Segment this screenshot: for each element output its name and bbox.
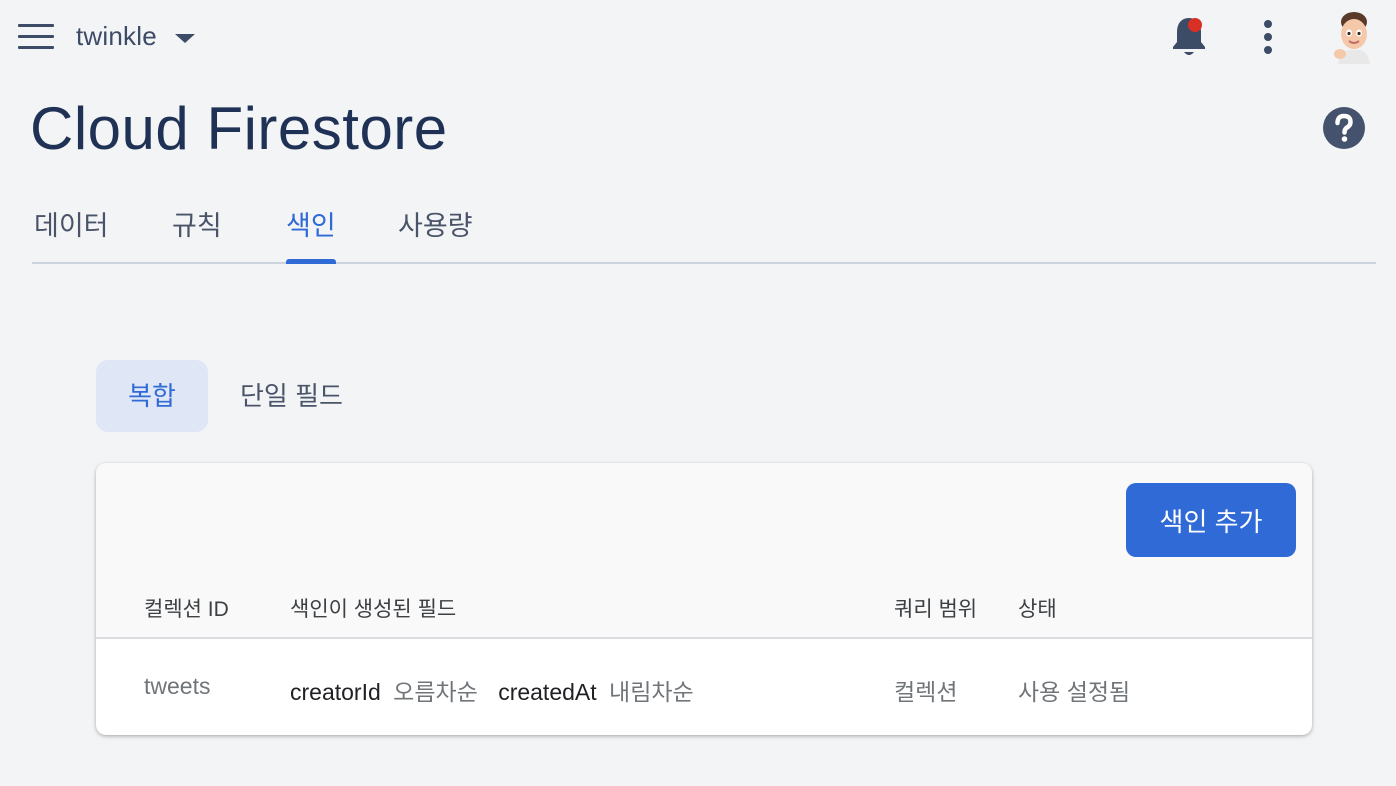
top-bar: twinkle — [0, 0, 1396, 72]
avatar[interactable] — [1328, 8, 1376, 64]
page-title: Cloud Firestore — [30, 95, 448, 162]
notification-dot — [1188, 18, 1202, 32]
menu-icon[interactable] — [18, 24, 54, 50]
field-order: 내림차순 — [609, 679, 694, 705]
cell-indexed-fields: creatorId 오름차순 createdAt 내림차순 — [290, 673, 694, 707]
help-icon[interactable] — [1322, 106, 1366, 150]
column-header-query-scope: 쿼리 범위 — [894, 598, 978, 621]
project-selector[interactable]: twinkle — [76, 18, 195, 54]
more-vert-icon[interactable] — [1258, 18, 1278, 56]
project-name: twinkle — [76, 20, 157, 51]
cell-query-scope: 컬렉션 — [894, 679, 958, 705]
subtab-single-field[interactable]: 단일 필드 — [240, 360, 343, 432]
add-index-button[interactable]: 색인 추가 — [1126, 483, 1296, 557]
column-header-indexed-fields: 색인이 생성된 필드 — [290, 598, 457, 621]
field-name: creatorId — [290, 679, 381, 705]
cell-collection-id: tweets — [144, 673, 211, 699]
cell-status: 사용 설정됨 — [1018, 679, 1131, 705]
tab-data[interactable]: 데이터 — [34, 204, 109, 262]
chevron-down-icon — [174, 33, 195, 43]
tab-indexes[interactable]: 색인 — [286, 204, 336, 264]
column-header-status: 상태 — [1018, 598, 1057, 621]
field-name: createdAt — [498, 679, 597, 705]
notifications-bell-icon[interactable] — [1170, 14, 1208, 58]
subtab-composite[interactable]: 복합 — [96, 360, 208, 432]
main-tabs: 데이터 규칙 색인 사용량 — [32, 196, 1376, 264]
column-header-collection-id: 컬렉션 ID — [144, 598, 229, 621]
card-header: 색인 추가 컬렉션 ID 색인이 생성된 필드 쿼리 범위 상태 — [96, 463, 1312, 639]
tab-usage[interactable]: 사용량 — [398, 204, 473, 262]
indexes-card: 색인 추가 컬렉션 ID 색인이 생성된 필드 쿼리 범위 상태 tweets … — [96, 463, 1312, 735]
field-order: 오름차순 — [393, 679, 478, 705]
tab-rules[interactable]: 규칙 — [172, 204, 222, 262]
